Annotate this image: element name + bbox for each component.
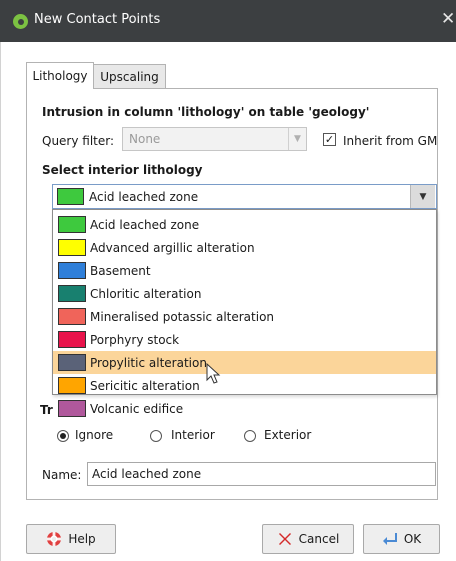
interior-lithology-select[interactable]: Acid leached zone	[52, 184, 437, 209]
list-item[interactable]: Mineralised potassic alteration	[53, 305, 436, 328]
list-item[interactable]: Porphyry stock	[53, 328, 436, 351]
color-swatch	[58, 400, 86, 417]
list-item[interactable]: Volcanic edifice	[53, 397, 436, 420]
list-item-label: Propylitic alteration	[90, 356, 207, 370]
color-swatch	[58, 262, 86, 279]
color-swatch	[58, 377, 86, 394]
list-item[interactable]: Basement	[53, 259, 436, 282]
tab-lithology-label: Lithology	[32, 69, 88, 83]
list-item-label: Chloritic alteration	[90, 287, 202, 301]
color-swatch	[58, 216, 86, 233]
color-swatch	[58, 354, 86, 371]
selected-color-swatch	[57, 188, 84, 205]
tab-upscaling-label: Upscaling	[100, 69, 159, 84]
lithology-dropdown-list: Acid leached zone Advanced argillic alte…	[52, 209, 437, 417]
chevron-down-icon: ▼	[288, 128, 306, 150]
list-item-label: Acid leached zone	[90, 218, 200, 232]
list-item[interactable]: Advanced argillic alteration	[53, 236, 436, 259]
help-button-label: Help	[68, 532, 96, 546]
close-icon[interactable]: ✕	[441, 9, 455, 29]
name-label: Name:	[42, 468, 82, 482]
tab-lithology[interactable]: Lithology	[26, 62, 94, 89]
name-value: Acid leached zone	[92, 467, 202, 481]
query-filter-value: None	[129, 132, 161, 146]
color-swatch	[58, 285, 86, 302]
radio-ignore[interactable]	[57, 430, 69, 442]
list-item-label: Mineralised potassic alteration	[90, 310, 275, 324]
window-title: New Contact Points	[34, 12, 161, 27]
ok-button[interactable]: OK	[363, 524, 440, 554]
enter-arrow-icon	[382, 533, 397, 545]
color-swatch	[58, 331, 86, 348]
radio-exterior-label[interactable]: Exterior	[264, 428, 311, 442]
dropdown-arrow-icon[interactable]: ▼	[410, 185, 435, 208]
list-item[interactable]: Sericitic alteration	[53, 374, 436, 397]
radio-ignore-label[interactable]: Ignore	[75, 428, 113, 442]
title-bar: New Contact Points ✕	[0, 0, 456, 42]
query-filter-label: Query filter:	[42, 134, 115, 148]
radio-interior-label[interactable]: Interior	[171, 428, 215, 442]
list-item[interactable]: Acid leached zone	[53, 213, 436, 236]
mouse-cursor-icon	[206, 363, 221, 384]
cancel-button[interactable]: Cancel	[262, 524, 354, 554]
inherit-checkbox[interactable]: ✓	[323, 133, 336, 146]
red-x-icon	[278, 533, 291, 545]
app-logo-icon	[13, 14, 28, 29]
color-swatch	[58, 239, 86, 256]
query-filter-select: None ▼	[122, 127, 307, 151]
list-item-label: Porphyry stock	[90, 333, 180, 347]
list-item[interactable]: Chloritic alteration	[53, 282, 436, 305]
tab-upscaling[interactable]: Upscaling	[93, 64, 166, 88]
radio-interior[interactable]	[150, 430, 162, 442]
lifebuoy-icon	[47, 532, 62, 546]
list-item-label: Volcanic edifice	[90, 402, 184, 416]
trim-label: Tr	[40, 403, 53, 417]
cancel-button-label: Cancel	[298, 532, 340, 546]
list-item-label: Advanced argillic alteration	[90, 241, 255, 255]
ok-button-label: OK	[403, 532, 422, 546]
name-field[interactable]: Acid leached zone	[87, 462, 436, 486]
list-item-label: Sericitic alteration	[90, 379, 200, 393]
help-button[interactable]: Help	[26, 524, 116, 554]
list-item-label: Basement	[90, 264, 151, 278]
list-item[interactable]: Propylitic alteration	[53, 351, 436, 374]
select-interior-title: Select interior lithology	[42, 163, 203, 177]
inherit-label[interactable]: Inherit from GM	[343, 134, 437, 148]
intrusion-title: Intrusion in column 'lithology' on table…	[42, 105, 370, 119]
color-swatch	[58, 308, 86, 325]
selected-lithology: Acid leached zone	[89, 190, 199, 204]
radio-exterior[interactable]	[244, 430, 256, 442]
